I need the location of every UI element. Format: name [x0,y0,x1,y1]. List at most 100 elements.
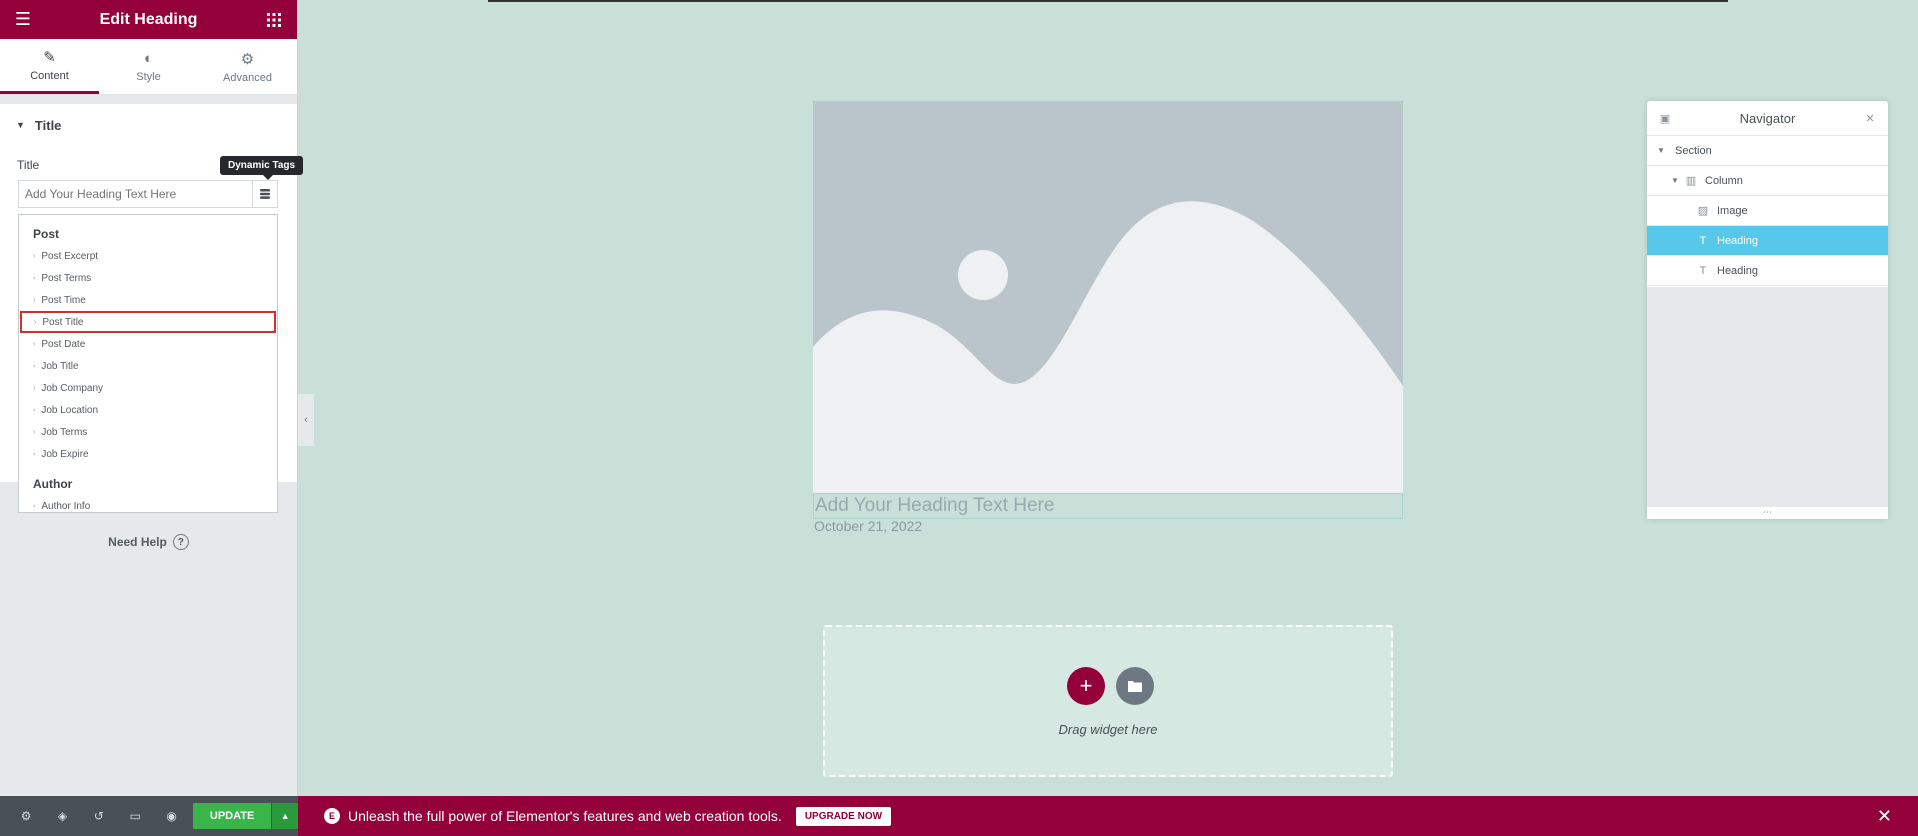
bullet-icon: › [33,502,36,510]
canvas-top-border [488,0,1728,2]
dropdown-item[interactable]: › Job Expire [19,443,277,465]
placeholder-image-icon [813,101,1403,493]
template-library-button[interactable] [1116,667,1154,705]
save-options-button[interactable]: ▲ [272,803,298,829]
settings-icon[interactable]: ⚙ [8,796,44,836]
section-title: Title [34,117,62,133]
promo-bar: E Unleash the full power of Elementor's … [298,796,1918,836]
layers-icon[interactable]: ◈ [44,796,80,836]
dynamic-tags-dropdown[interactable]: Post › Post Excerpt › Post Terms › Post Tim… [18,214,278,513]
navigator-row-section[interactable]: ▼ Section [1647,136,1888,166]
tab-style[interactable]: ◐ Style [99,39,198,94]
navigator-row-image[interactable]: ▨ Image [1647,196,1888,226]
close-icon[interactable]: ✕ [1877,806,1892,827]
dropdown-item[interactable]: › Post Terms [19,267,277,289]
caret-down-icon: ▼ [16,120,25,130]
collapse-panel-button[interactable]: ‹ [298,394,314,446]
title-control-label: Title [17,158,40,172]
dropdown-item[interactable]: › Post Excerpt [19,245,277,267]
panel-tabs: ✎ Content ◐ Style ⚙ Advanced [0,39,297,95]
navigator-row-heading[interactable]: T Heading [1647,256,1888,286]
responsive-mode-icon[interactable]: ▭ [117,796,153,836]
bullet-icon: › [33,450,36,458]
tab-content[interactable]: ✎ Content [0,39,99,94]
dropdown-item-label: Job Terms [41,426,88,438]
bullet-icon: › [33,406,36,414]
panel-header: ☰ Edit Heading [0,0,297,39]
need-help-label: Need Help [108,535,167,549]
dropdown-item-label: Post Terms [41,272,92,284]
dropdown-item[interactable]: › Post Date [19,333,277,355]
bullet-icon: › [33,384,36,392]
gear-icon: ⚙ [240,50,255,68]
dropdown-item-label: Post Title [42,316,84,328]
navigator-row-label: Heading [1717,264,1758,277]
preview-eye-icon[interactable]: ◉ [153,796,189,836]
heading-icon: T [1699,234,1707,247]
column-icon: ▥ [1685,175,1697,187]
widgets-grid-icon[interactable] [263,9,285,31]
promo-text: Unleash the full power of Elementor's fe… [348,808,782,824]
dropdown-group-author: Author [33,477,73,491]
navigator-row-label: Heading [1717,234,1758,247]
dropdown-item[interactable]: › Job Company [19,377,277,399]
close-icon[interactable]: ✕ [1862,112,1878,125]
dropdown-item-label: Job Location [41,404,99,416]
caret-up-icon: ▲ [280,811,290,821]
dropdown-item[interactable]: › Job Title [19,355,277,377]
panel-footer: ⚙ ◈ ↺ ▭ ◉ UPDATE ▲ [0,796,298,836]
dynamic-tags-tooltip: Dynamic Tags [220,156,304,180]
elementor-logo-icon: E [324,808,340,824]
dropdown-group-post: Post [33,227,60,241]
tab-label: Content [30,70,69,82]
canvas-heading[interactable]: Add Your Heading Text Here [813,493,1403,519]
upgrade-now-button[interactable]: UPGRADE NOW [795,806,892,826]
navigator-title: Navigator [1739,110,1796,126]
collapse-all-icon[interactable]: ▣ [1657,112,1673,125]
navigator-row-heading-selected[interactable]: T Heading [1647,226,1888,256]
dropdown-item-highlighted[interactable]: › Post Title [20,311,276,333]
navigator-row-label: Column [1705,174,1743,187]
half-circle-icon: ◐ [143,50,154,67]
navigator-header[interactable]: ▣ Navigator ✕ [1647,101,1888,136]
dropdown-item-label: Job Expire [41,448,89,460]
dropdown-item-label: Author Info [41,500,91,512]
bullet-icon: › [33,296,36,304]
resize-handle-icon[interactable]: ⋯ [1647,507,1888,519]
dropdown-item-label: Post Excerpt [41,250,99,262]
dropdown-item-label: Post Time [41,294,86,306]
navigator-row-column[interactable]: ▼ ▥ Column [1647,166,1888,196]
panel-title: Edit Heading [99,10,198,28]
drag-widget-label: Drag widget here [1058,722,1158,737]
dropdown-item[interactable]: › Post Time [19,289,277,311]
dynamic-tags-button[interactable] [252,180,278,208]
bullet-icon: › [33,428,36,436]
drop-zone[interactable]: + Drag widget here [823,625,1393,777]
heading-icon: T [1699,264,1707,277]
canvas-date[interactable]: October 21, 2022 [814,518,922,534]
section-title-toggle[interactable]: ▼ Title [0,104,297,146]
caret-down-icon[interactable]: ▼ [1657,146,1669,155]
navigator-row-label: Section [1675,144,1712,157]
image-placeholder[interactable] [813,101,1403,493]
tab-label: Advanced [223,71,272,84]
need-help-link[interactable]: Need Help ? [0,534,297,550]
bullet-icon: › [33,274,36,282]
caret-down-icon[interactable]: ▼ [1671,176,1683,185]
chevron-left-icon: ‹ [304,414,308,426]
hamburger-menu-icon[interactable]: ☰ [12,9,34,31]
history-icon[interactable]: ↺ [81,796,117,836]
bullet-icon: › [33,362,36,370]
dropdown-item[interactable]: › Author Info [19,495,277,512]
navigator-panel[interactable]: ▣ Navigator ✕ ▼ Section ▼ ▥ Column ▨ Ima… [1647,101,1888,519]
navigator-row-label: Image [1717,204,1748,217]
dropdown-item[interactable]: › Job Location [19,399,277,421]
update-button[interactable]: UPDATE [192,803,272,829]
tab-advanced[interactable]: ⚙ Advanced [198,39,297,94]
tab-label: Style [136,71,161,83]
dropdown-item[interactable]: › Job Terms [19,421,277,443]
add-section-button[interactable]: + [1067,667,1105,705]
folder-icon [1128,681,1142,692]
title-input[interactable] [18,180,252,208]
dropdown-item-label: Job Company [41,382,104,394]
